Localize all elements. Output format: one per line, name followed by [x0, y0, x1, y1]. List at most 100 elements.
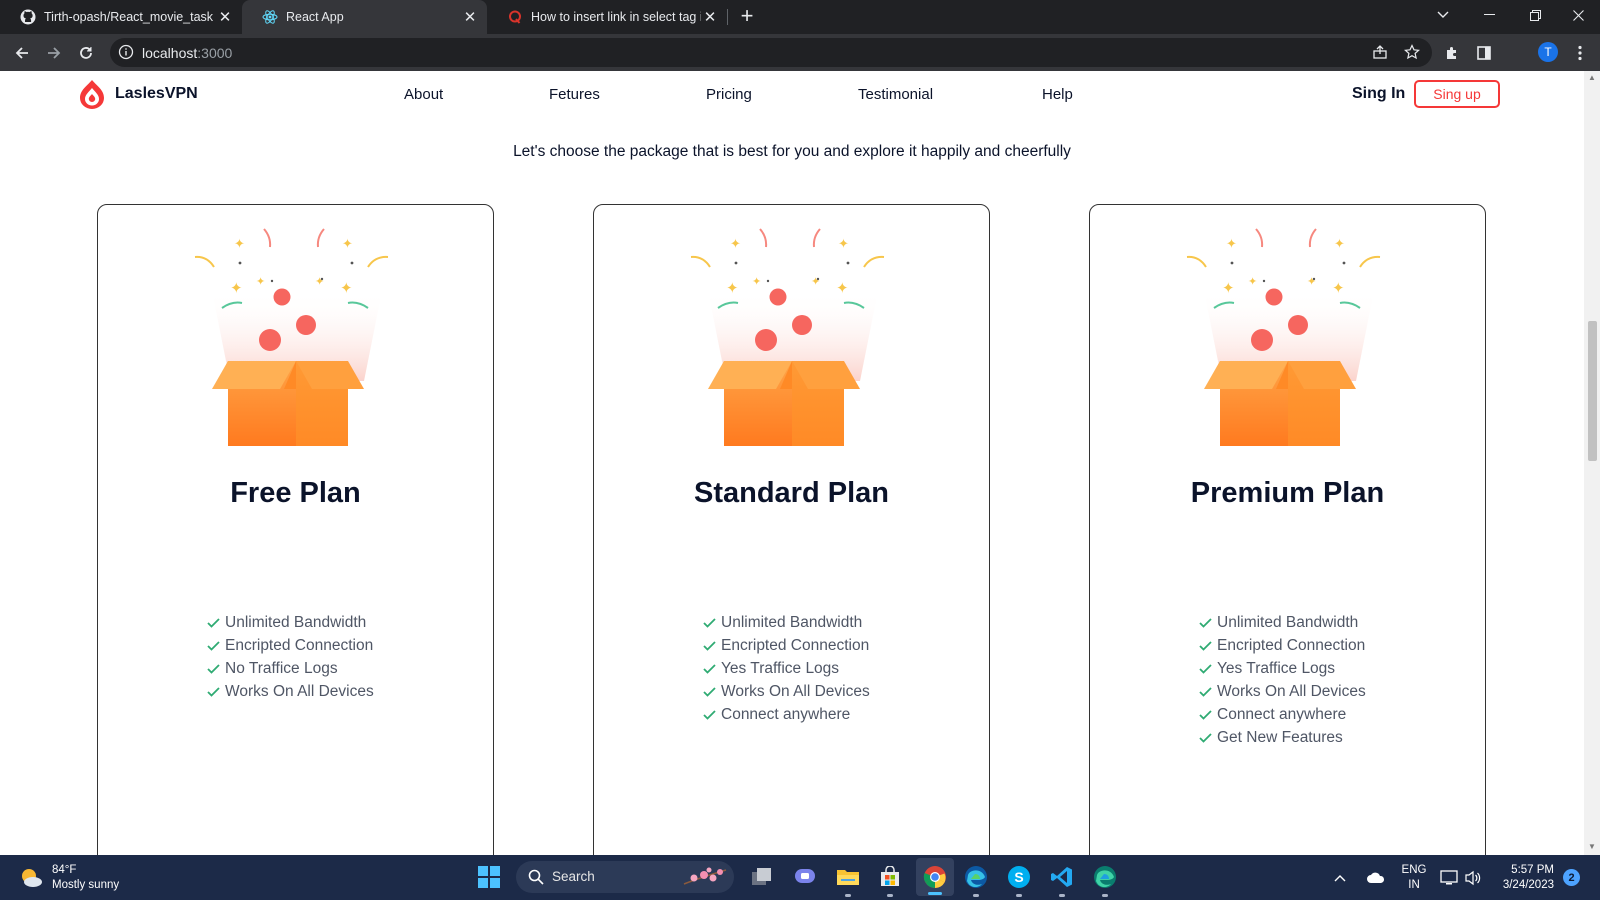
close-icon[interactable]: ✕: [461, 8, 479, 26]
nav-about[interactable]: About: [404, 86, 443, 103]
nav-help[interactable]: Help: [1042, 86, 1073, 103]
scroll-up-arrow-icon[interactable]: ▲: [1588, 74, 1596, 82]
microsoft-store-button[interactable]: [876, 863, 904, 897]
show-hidden-icons-button[interactable]: [1330, 855, 1350, 900]
running-indicator: [1059, 894, 1065, 897]
forward-button[interactable]: [42, 41, 66, 65]
minimize-button[interactable]: [1466, 0, 1512, 30]
search-label: Search: [552, 869, 595, 884]
tab-search-button[interactable]: [1420, 0, 1466, 30]
check-icon: [1199, 664, 1212, 674]
url-port: :3000: [197, 45, 233, 61]
system-clock[interactable]: 5:57 PM 3/24/2023: [1490, 863, 1554, 893]
plan-card-premium[interactable]: ✦ ✦ ✦ ✦ ✦ ✦ Premium Plan Unlimited Bandw…: [1089, 204, 1486, 855]
nav-features[interactable]: Fetures: [549, 86, 600, 103]
sign-up-button[interactable]: Sing up: [1414, 80, 1500, 108]
svg-text:✦: ✦: [1332, 279, 1345, 297]
file-explorer-button[interactable]: [834, 863, 862, 897]
onedrive-button[interactable]: [1362, 855, 1390, 900]
taskbar-search[interactable]: Search: [516, 861, 734, 893]
weather-widget[interactable]: 84°F Mostly sunny: [18, 863, 119, 893]
svg-text:✦: ✦: [1334, 237, 1345, 252]
pricing-subtitle: Let's choose the package that is best fo…: [513, 143, 1071, 160]
menu-button[interactable]: [1568, 41, 1592, 65]
task-view-button[interactable]: [748, 863, 776, 891]
feature-item: Connect anywhere: [702, 703, 870, 726]
tab-quora[interactable]: How to insert link in select tag in ✕: [487, 0, 727, 34]
address-bar[interactable]: localhost:3000: [110, 38, 1432, 67]
vscode-button[interactable]: [1048, 863, 1076, 897]
side-panel-button[interactable]: [1472, 41, 1496, 65]
feature-text: Connect anywhere: [721, 705, 851, 723]
svg-text:✦: ✦: [230, 279, 243, 297]
feature-item: Connect anywhere: [1198, 703, 1366, 726]
restore-button[interactable]: [1512, 0, 1558, 30]
tab-title: Tirth-opash/React_movie_task: [44, 10, 214, 24]
feature-text: Unlimited Bandwidth: [721, 613, 863, 631]
weather-desc: Mostly sunny: [52, 879, 120, 891]
sign-in-link[interactable]: Sing In: [1352, 85, 1405, 103]
reload-button[interactable]: [74, 41, 98, 65]
back-button[interactable]: [10, 41, 34, 65]
svg-text:✦: ✦: [1226, 237, 1237, 252]
chrome-button[interactable]: [916, 858, 954, 896]
gift-box-illustration: ✦ ✦ ✦ ✦ ✦ ✦: [688, 221, 898, 451]
gift-box-illustration: ✦ ✦ ✦ ✦ ✦ ✦: [1184, 221, 1394, 451]
feature-item: Encripted Connection: [206, 634, 374, 657]
plan-card-standard[interactable]: ✦ ✦ ✦ ✦ ✦ ✦ Standard Plan Unlimited Band…: [593, 204, 990, 855]
logo-text: LaslesVPN: [115, 85, 198, 102]
region-code: IN: [1408, 878, 1420, 891]
skype-button[interactable]: S: [1005, 863, 1033, 897]
share-icon[interactable]: [1372, 44, 1388, 60]
network-button[interactable]: [1438, 855, 1460, 900]
scroll-down-arrow-icon[interactable]: ▼: [1588, 843, 1596, 851]
edge-dev-button[interactable]: [1091, 863, 1119, 897]
nav-pricing[interactable]: Pricing: [706, 86, 752, 103]
notification-badge[interactable]: 2: [1563, 869, 1580, 886]
new-tab-button[interactable]: +: [736, 5, 758, 28]
browser-toolbar: localhost:3000 T: [0, 34, 1600, 71]
svg-text:S: S: [1014, 869, 1023, 885]
language-indicator[interactable]: ENG IN: [1396, 855, 1432, 900]
more-vertical-icon: [1578, 45, 1582, 61]
scroll-thumb[interactable]: [1588, 321, 1597, 461]
check-icon: [207, 618, 220, 628]
feature-item: Yes Traffice Logs: [1198, 657, 1366, 680]
windows-taskbar: 84°F Mostly sunny Search S ENG IN 5:57 P…: [0, 855, 1600, 900]
check-icon: [1199, 733, 1212, 743]
plan-name: Premium Plan: [1190, 477, 1385, 509]
svg-text:✦: ✦: [256, 275, 265, 288]
running-indicator: [973, 894, 979, 897]
store-icon: [881, 866, 899, 886]
feature-text: No Traffice Logs: [225, 659, 338, 677]
tab-separator: [727, 9, 728, 25]
feature-text: Works On All Devices: [721, 682, 870, 700]
cloud-icon: [1367, 872, 1385, 883]
tab-react-app[interactable]: React App ✕: [242, 0, 487, 34]
tab-title: React App: [286, 10, 344, 24]
edge-icon: [1094, 866, 1116, 888]
restore-icon: [1529, 9, 1541, 21]
nav-testimonial[interactable]: Testimonial: [858, 86, 933, 103]
tab-github[interactable]: Tirth-opash/React_movie_task ✕: [0, 0, 242, 34]
url-host: localhost: [142, 45, 198, 61]
page-scrollbar[interactable]: ▲ ▼: [1584, 71, 1600, 855]
windows-start-icon[interactable]: [478, 866, 500, 888]
profile-avatar[interactable]: T: [1538, 42, 1558, 62]
minimize-icon: [1483, 14, 1495, 15]
volume-button[interactable]: [1462, 855, 1484, 900]
close-icon[interactable]: ✕: [701, 8, 719, 26]
reload-icon: [80, 47, 92, 59]
feature-list: Unlimited Bandwidth Encripted Connection Y…: [1198, 611, 1366, 749]
plan-card-free[interactable]: ✦ ✦ ✦ ✦ ✦ ✦ Free Plan Unlimited Bandwidt…: [97, 204, 494, 855]
bookmark-star-icon[interactable]: [1404, 44, 1420, 60]
teams-chat-button[interactable]: [791, 863, 819, 891]
close-icon[interactable]: ✕: [216, 8, 234, 26]
chevron-down-icon: [1437, 11, 1449, 18]
site-logo[interactable]: LaslesVPN: [78, 79, 198, 109]
edge-button[interactable]: [962, 863, 990, 897]
extensions-button[interactable]: [1440, 41, 1464, 65]
close-window-button[interactable]: [1556, 0, 1600, 30]
svg-text:✦: ✦: [315, 275, 324, 288]
feature-item: Unlimited Bandwidth: [206, 611, 374, 634]
